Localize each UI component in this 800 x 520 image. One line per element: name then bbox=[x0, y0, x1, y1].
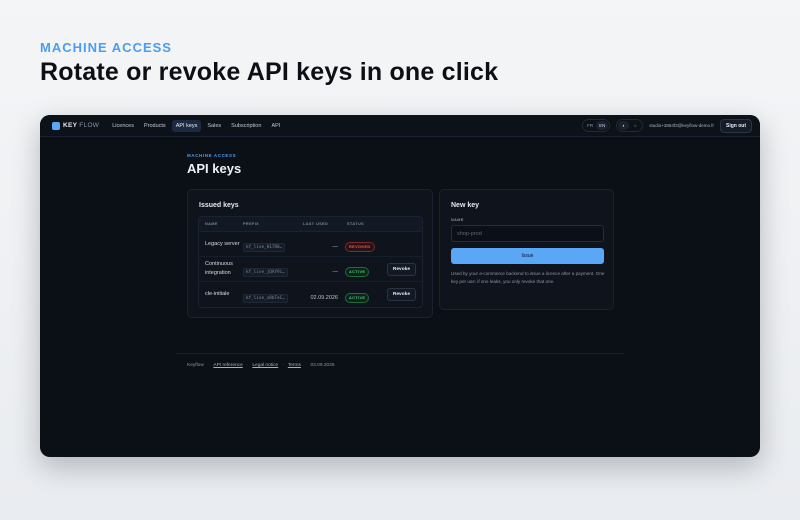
theme-switch: ◐ ☼ bbox=[616, 119, 644, 132]
brand-primary: KEY bbox=[63, 122, 78, 129]
nav-api[interactable]: API bbox=[267, 120, 284, 132]
footer-link-terms[interactable]: Terms bbox=[288, 363, 301, 368]
revoke-button[interactable]: Revoke bbox=[386, 288, 416, 301]
nav-products[interactable]: Products bbox=[140, 120, 170, 132]
new-key-panel: New key NAME Issue Used by your e-commer… bbox=[439, 189, 614, 310]
footer-date: 03.09.2026 bbox=[310, 363, 335, 368]
table-row: Legacy server kf_live_H17R0… — REVOKED bbox=[199, 232, 422, 257]
hero-eyebrow: MACHINE ACCESS bbox=[40, 40, 172, 55]
nav-subscription[interactable]: Subscription bbox=[227, 120, 265, 132]
nav-api-keys[interactable]: API keys bbox=[171, 119, 202, 132]
issue-button[interactable]: Issue bbox=[451, 248, 604, 264]
footer: Keyflow · API reference · Legal notice ·… bbox=[187, 363, 335, 368]
separator-dot: · bbox=[207, 363, 210, 368]
footer-link-api-reference[interactable]: API reference bbox=[213, 363, 242, 368]
column-last-used: LAST USED bbox=[303, 222, 329, 226]
key-name: Legacy server bbox=[205, 240, 240, 247]
keys-table: NAME PREFIX LAST USED STATUS Legacy serv… bbox=[198, 216, 423, 308]
status-badge: ACTIVE bbox=[345, 267, 370, 277]
help-text: Used by your e-commerce backend to issue… bbox=[451, 271, 605, 285]
table-row: Continuous integration kf_live_jQAY9i… —… bbox=[199, 257, 422, 282]
key-last-used: — bbox=[332, 244, 339, 250]
separator-dot: · bbox=[304, 363, 307, 368]
key-prefix: kf_live_jQAY9i… bbox=[243, 268, 288, 277]
key-last-used: — bbox=[332, 269, 339, 275]
page-title: API keys bbox=[187, 161, 242, 176]
key-prefix: kf_live_H17R0… bbox=[243, 243, 286, 252]
separator-dot: · bbox=[246, 363, 249, 368]
table-row: cle-initiale kf_live_x8bTeC… 02.09.2026 … bbox=[199, 282, 422, 307]
hero-title: Rotate or revoke API keys in one click bbox=[40, 58, 499, 86]
name-field-label: NAME bbox=[451, 218, 464, 222]
new-key-title: New key bbox=[451, 202, 480, 209]
issued-keys-title: Issued keys bbox=[199, 202, 239, 209]
footer-divider bbox=[175, 353, 625, 354]
logo-icon bbox=[52, 121, 60, 130]
lang-en-button[interactable]: EN bbox=[596, 121, 609, 130]
status-badge: REVOKED bbox=[345, 242, 375, 252]
page-header: MACHINE ACCESS API keys bbox=[187, 153, 617, 176]
status-badge: ACTIVE bbox=[345, 292, 370, 303]
key-name-input[interactable] bbox=[451, 225, 604, 242]
user-email: studio+3864f3@keyflow-demo.fr bbox=[649, 123, 714, 128]
top-navigation-bar: KEY FLOW Licences Products API keys Sale… bbox=[40, 115, 760, 137]
separator-dot: · bbox=[282, 363, 284, 368]
key-last-used: 02.09.2026 bbox=[310, 294, 338, 301]
lang-fr-button[interactable]: FR bbox=[584, 121, 596, 130]
issued-keys-panel: Issued keys NAME PREFIX LAST USED STATUS… bbox=[187, 189, 433, 318]
footer-brand: Keyflow bbox=[187, 363, 204, 368]
footer-link-legal-notice[interactable]: Legal notice bbox=[252, 363, 278, 368]
key-name: cle-initiale bbox=[205, 291, 230, 298]
dark-theme-icon[interactable]: ◐ bbox=[618, 121, 630, 130]
key-prefix: kf_live_x8bTeC… bbox=[243, 293, 288, 303]
table-header: NAME PREFIX LAST USED STATUS bbox=[199, 217, 422, 232]
column-name: NAME bbox=[205, 222, 218, 226]
sign-out-button[interactable]: Sign out bbox=[720, 118, 752, 133]
nav-sales[interactable]: Sales bbox=[203, 120, 225, 132]
nav-licences[interactable]: Licences bbox=[108, 120, 138, 132]
column-prefix: PREFIX bbox=[243, 222, 260, 226]
column-status: STATUS bbox=[347, 222, 365, 226]
app-window: KEY FLOW Licences Products API keys Sale… bbox=[40, 115, 760, 457]
light-theme-icon[interactable]: ☼ bbox=[629, 121, 641, 130]
revoke-button[interactable]: Revoke bbox=[386, 262, 416, 276]
page-eyebrow: MACHINE ACCESS bbox=[187, 153, 237, 158]
brand-secondary: FLOW bbox=[79, 122, 100, 129]
key-name: Continuous integration bbox=[205, 261, 233, 276]
language-switch: FR EN bbox=[582, 119, 611, 132]
